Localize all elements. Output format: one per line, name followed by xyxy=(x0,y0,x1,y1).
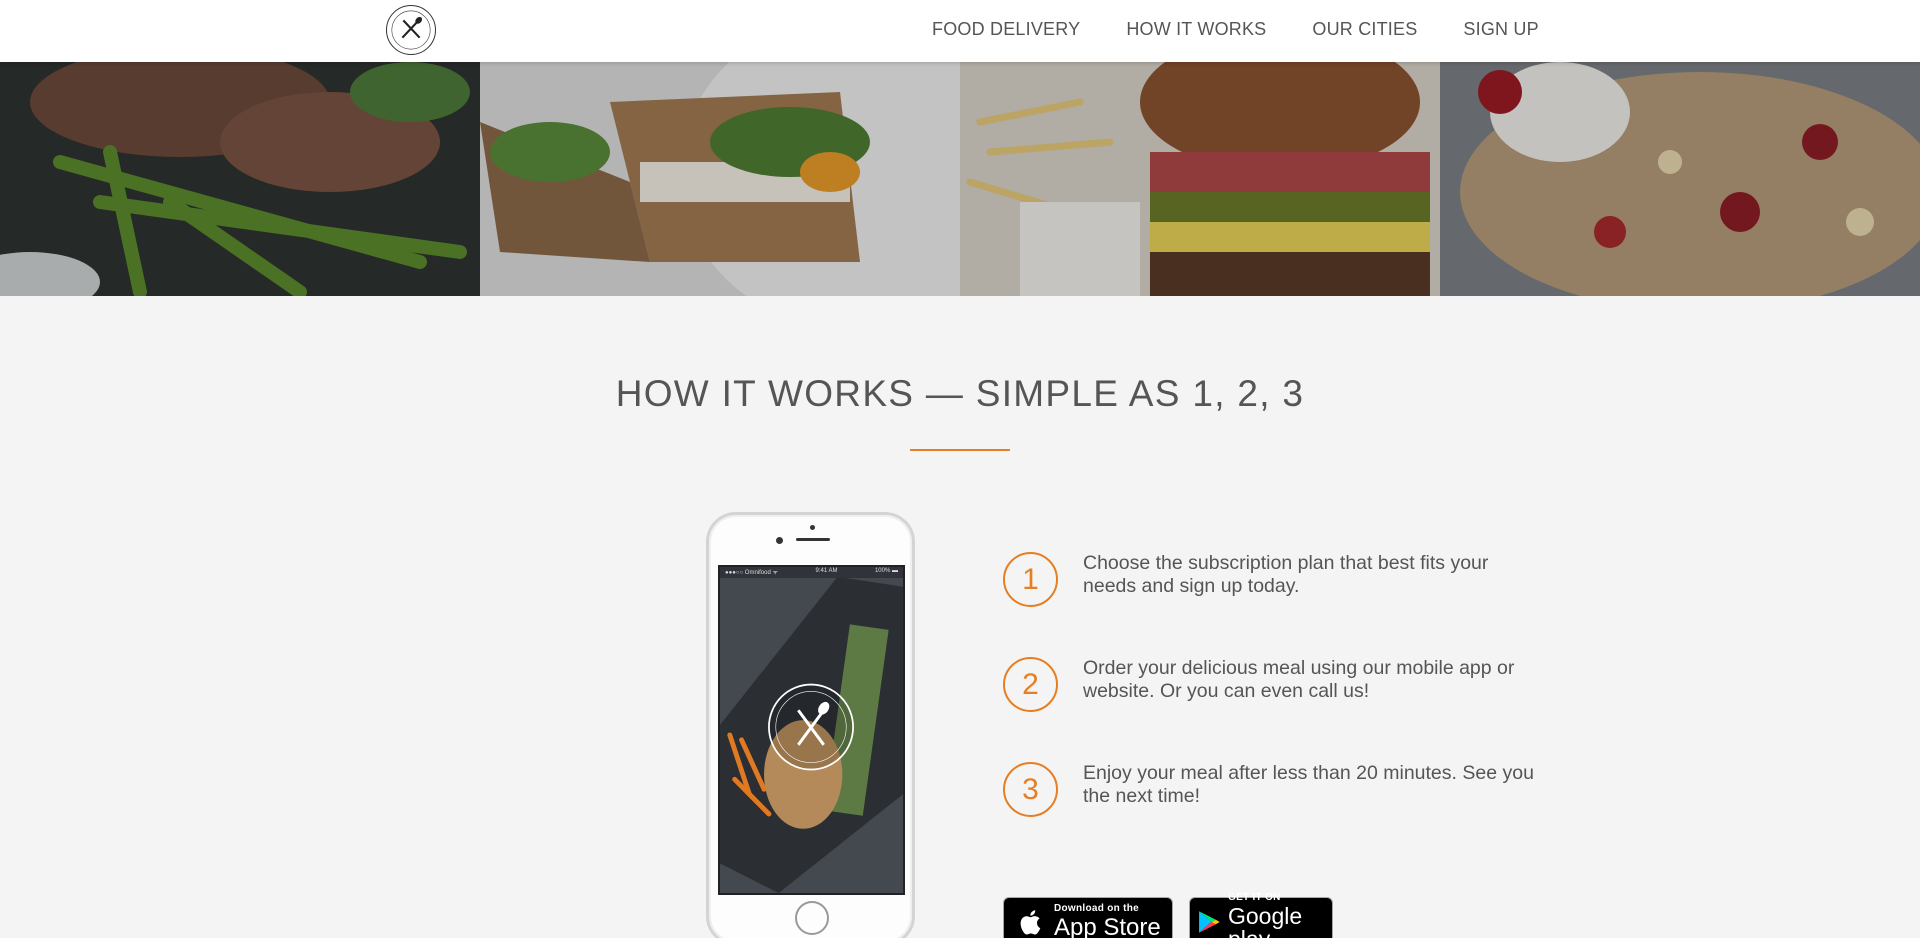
phone-speaker xyxy=(796,538,830,541)
main-nav: FOOD DELIVERY HOW IT WORKS OUR CITIES SI… xyxy=(932,19,1539,40)
apple-icon xyxy=(1020,910,1041,935)
phone-home-button xyxy=(795,901,829,935)
nav-link-our-cities[interactable]: OUR CITIES xyxy=(1312,19,1417,39)
meal-photo-sandwich xyxy=(480,62,960,296)
google-play-badge[interactable]: GET IT ON Google play xyxy=(1189,893,1333,938)
meal-photo-burger xyxy=(960,62,1440,296)
step-description: Order your delicious meal using our mobi… xyxy=(1083,657,1515,702)
step-description: Choose the subscription plan that best f… xyxy=(1083,552,1489,597)
section-title: HOW IT WORKS — SIMPLE AS 1, 2, 3 xyxy=(615,373,1305,414)
app-store-badge-title: App Store xyxy=(1054,914,1161,938)
step-number-badge: 3 xyxy=(1003,762,1058,817)
logo-icon[interactable] xyxy=(386,5,436,55)
nav-link-how-it-works[interactable]: HOW IT WORKS xyxy=(1126,19,1266,39)
google-play-badge-title: Google play xyxy=(1228,903,1303,938)
meal-photo-granola xyxy=(1440,62,1920,296)
step-item: 3 Enjoy your meal after less than 20 min… xyxy=(1003,762,1563,822)
status-carrier: ●●●○○ Omnifood ᯤ xyxy=(725,570,778,576)
phone-status-bar: ●●●○○ Omnifood ᯤ 9:41 AM 100% ▬ xyxy=(720,567,903,578)
phone-camera-dot xyxy=(810,525,815,530)
step-number-badge: 2 xyxy=(1003,657,1058,712)
status-time: 9:41 AM xyxy=(815,568,838,574)
nav-link-food-delivery[interactable]: FOOD DELIVERY xyxy=(932,19,1080,39)
title-underline xyxy=(910,449,1010,451)
status-battery: 100% ▬ xyxy=(874,568,898,574)
step-number-badge: 1 xyxy=(1003,552,1058,607)
app-store-badge-small-text: Download on the xyxy=(1054,903,1140,914)
app-splash-image xyxy=(720,567,903,893)
phone-screen: ●●●○○ Omnifood ᯤ 9:41 AM 100% ▬ xyxy=(718,565,905,895)
site-header: FOOD DELIVERY HOW IT WORKS OUR CITIES SI… xyxy=(0,0,1920,62)
google-play-icon xyxy=(1199,911,1220,933)
meal-photo-steak xyxy=(0,62,480,296)
app-store-badge[interactable]: Download on the App Store xyxy=(1003,897,1173,938)
nav-link-sign-up[interactable]: SIGN UP xyxy=(1463,19,1538,39)
step-item: 2 Order your delicious meal using our mo… xyxy=(1003,657,1563,717)
step-description: Enjoy your meal after less than 20 minut… xyxy=(1083,762,1534,807)
meals-gallery xyxy=(0,62,1920,296)
app-phone-mockup: ●●●○○ Omnifood ᯤ 9:41 AM 100% ▬ xyxy=(706,512,915,938)
google-play-badge-small-text: GET IT ON xyxy=(1228,892,1281,903)
step-item: 1 Choose the subscription plan that best… xyxy=(1003,552,1563,612)
phone-front-camera xyxy=(776,537,783,544)
